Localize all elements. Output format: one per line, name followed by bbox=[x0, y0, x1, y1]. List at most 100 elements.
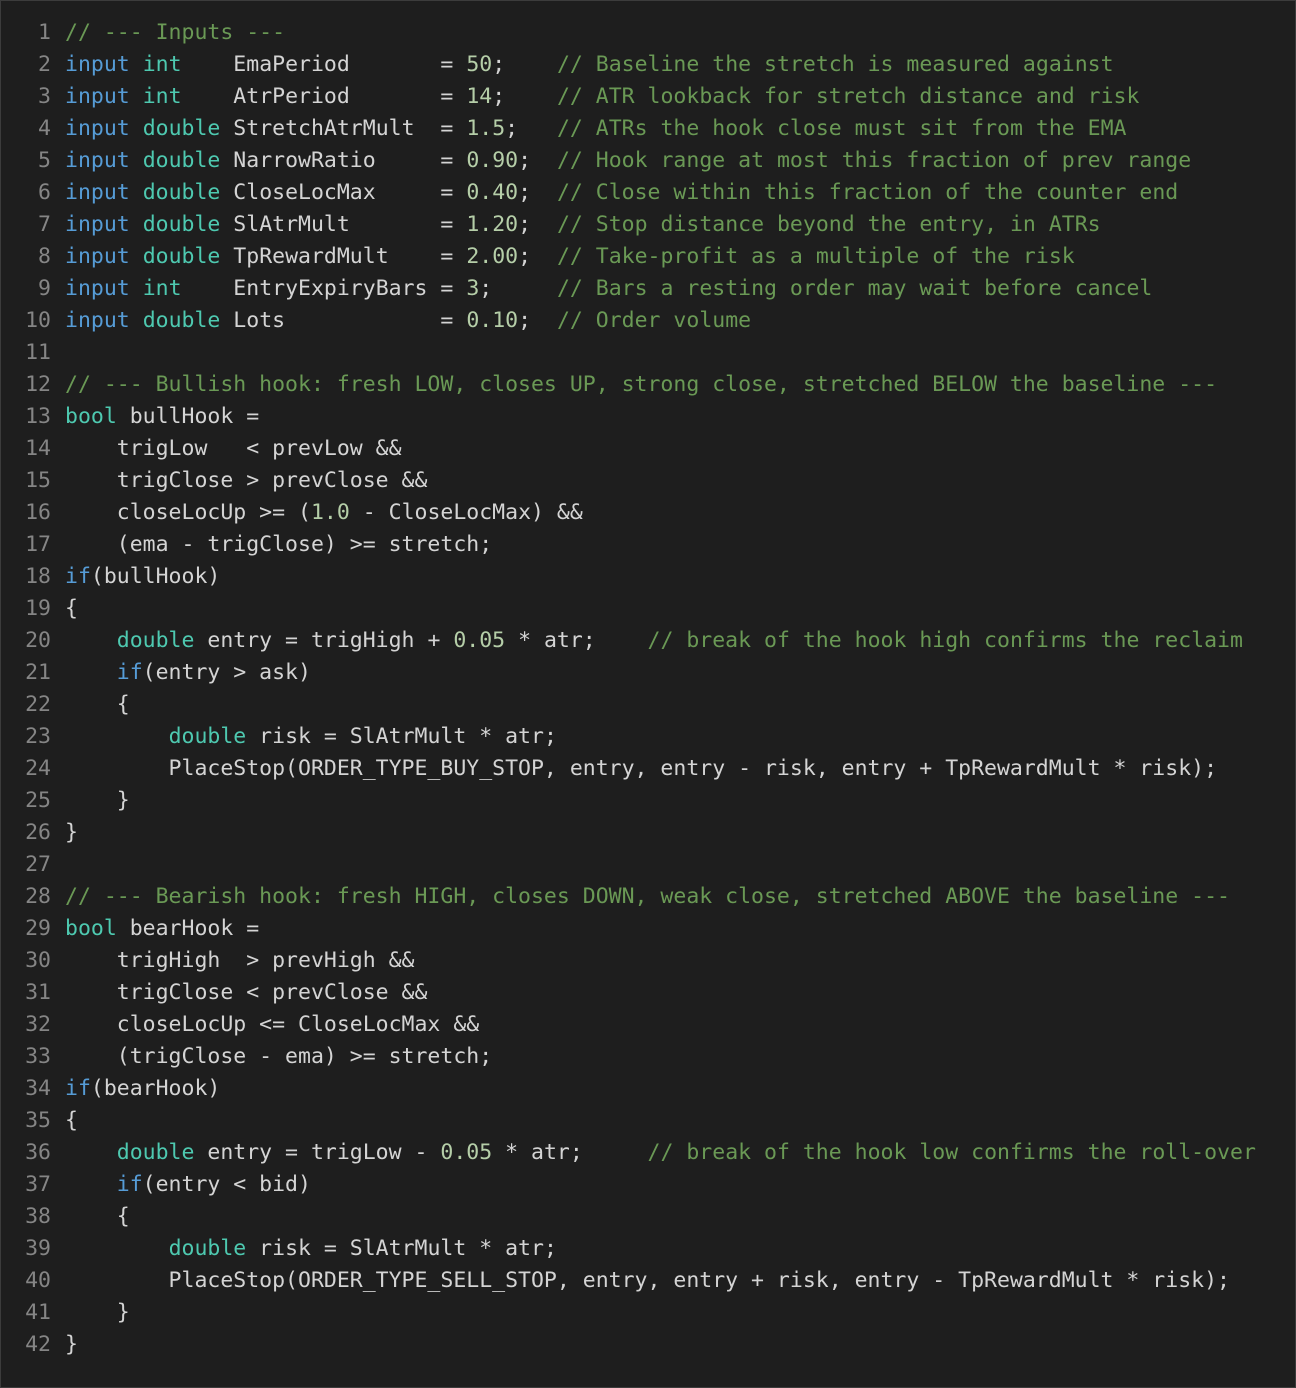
line-source[interactable]: input double CloseLocMax = 0.40; // Clos… bbox=[65, 180, 1178, 205]
line-source[interactable]: double entry = trigLow - 0.05 * atr; // … bbox=[65, 1140, 1256, 1165]
line-source[interactable]: closeLocUp <= CloseLocMax && bbox=[65, 1012, 479, 1037]
line-source[interactable]: PlaceStop(ORDER_TYPE_SELL_STOP, entry, e… bbox=[65, 1268, 1230, 1293]
code-line[interactable]: 21 if(entry > ask) bbox=[1, 657, 1295, 689]
code-line[interactable]: 16 closeLocUp >= (1.0 - CloseLocMax) && bbox=[1, 497, 1295, 529]
code-line[interactable]: 6 input double CloseLocMax = 0.40; // Clo… bbox=[1, 177, 1295, 209]
code-line[interactable]: 25 } bbox=[1, 785, 1295, 817]
line-source[interactable]: input double NarrowRatio = 0.90; // Hook… bbox=[65, 148, 1191, 173]
line-source[interactable]: // --- Bullish hook: fresh LOW, closes U… bbox=[65, 372, 1217, 397]
line-source[interactable]: double risk = SlAtrMult * atr; bbox=[65, 1236, 557, 1261]
keyword-token: input bbox=[65, 52, 130, 77]
code-token: entry = trigHigh + bbox=[194, 628, 454, 653]
line-source[interactable]: trigClose > prevClose && bbox=[65, 468, 428, 493]
code-line[interactable]: 40 PlaceStop(ORDER_TYPE_SELL_STOP, entry… bbox=[1, 1265, 1295, 1297]
line-source[interactable]: if(entry < bid) bbox=[65, 1172, 311, 1197]
line-source[interactable]: } bbox=[65, 1300, 130, 1325]
line-source[interactable]: PlaceStop(ORDER_TYPE_BUY_STOP, entry, en… bbox=[65, 756, 1217, 781]
code-line[interactable]: 18 if(bullHook) bbox=[1, 561, 1295, 593]
line-source[interactable]: if(bearHook) bbox=[65, 1076, 220, 1101]
code-line[interactable]: 26} bbox=[1, 817, 1295, 849]
line-source[interactable]: } bbox=[65, 820, 78, 845]
code-token: SlAtrMult = bbox=[220, 212, 467, 237]
code-line[interactable]: 28 // --- Bearish hook: fresh HIGH, close… bbox=[1, 881, 1295, 913]
line-number: 1 bbox=[38, 20, 51, 45]
code-line[interactable]: 3 input int AtrPeriod = 14; // ATR lookba… bbox=[1, 81, 1295, 113]
line-source[interactable]: input int AtrPeriod = 14; // ATR lookbac… bbox=[65, 84, 1139, 109]
code-area[interactable]: 1 // --- Inputs --- 2 input int EmaPeriod =… bbox=[1, 17, 1295, 1361]
line-source[interactable]: input int EmaPeriod = 50; // Baseline th… bbox=[65, 52, 1114, 77]
line-source[interactable]: { bbox=[65, 692, 130, 717]
line-source[interactable]: trigHigh > prevHigh && bbox=[65, 948, 415, 973]
code-token: risk = SlAtrMult * atr; bbox=[246, 1236, 557, 1261]
comment-token: // --- Inputs --- bbox=[65, 20, 286, 45]
line-source[interactable]: input double TpRewardMult = 2.00; // Tak… bbox=[65, 244, 1075, 269]
code-line[interactable]: 15 trigClose > prevClose && bbox=[1, 465, 1295, 497]
line-source[interactable]: (ema - trigClose) >= stretch; bbox=[65, 532, 492, 557]
code-editor[interactable]: 1 // --- Inputs --- 2 input int EmaPeriod =… bbox=[0, 0, 1296, 1388]
code-line[interactable]: 5 input double NarrowRatio = 0.90; // Hoo… bbox=[1, 145, 1295, 177]
line-source[interactable]: if(entry > ask) bbox=[65, 660, 311, 685]
code-line[interactable]: 9 input int EntryExpiryBars = 3; // Bars … bbox=[1, 273, 1295, 305]
line-number: 8 bbox=[38, 244, 51, 269]
line-source[interactable]: input double StretchAtrMult = 1.5; // AT… bbox=[65, 116, 1126, 141]
code-line[interactable]: 39 double risk = SlAtrMult * atr; bbox=[1, 1233, 1295, 1265]
line-source[interactable]: trigLow < prevLow && bbox=[65, 436, 402, 461]
code-line[interactable]: 30 trigHigh > prevHigh && bbox=[1, 945, 1295, 977]
line-source[interactable]: bool bearHook = bbox=[65, 916, 259, 941]
line-source[interactable]: double entry = trigHigh + 0.05 * atr; //… bbox=[65, 628, 1243, 653]
code-token: (entry < bid) bbox=[142, 1172, 311, 1197]
line-source[interactable]: bool bullHook = bbox=[65, 404, 259, 429]
line-source[interactable]: double risk = SlAtrMult * atr; bbox=[65, 724, 557, 749]
line-source[interactable]: } bbox=[65, 788, 130, 813]
code-line[interactable]: 12 // --- Bullish hook: fresh LOW, closes… bbox=[1, 369, 1295, 401]
code-line[interactable]: 27 bbox=[1, 849, 1295, 881]
code-line[interactable]: 24 PlaceStop(ORDER_TYPE_BUY_STOP, entry,… bbox=[1, 753, 1295, 785]
code-line[interactable]: 13 bool bullHook = bbox=[1, 401, 1295, 433]
comment-token: // Hook range at most this fraction of p… bbox=[556, 148, 1192, 173]
code-line[interactable]: 36 double entry = trigLow - 0.05 * atr; … bbox=[1, 1137, 1295, 1169]
line-number: 7 bbox=[38, 212, 51, 237]
line-source[interactable]: { bbox=[65, 596, 78, 621]
code-line[interactable]: 2 input int EmaPeriod = 50; // Baseline t… bbox=[1, 49, 1295, 81]
code-line[interactable]: 10 input double Lots = 0.10; // Order vol… bbox=[1, 305, 1295, 337]
code-line[interactable]: 37 if(entry < bid) bbox=[1, 1169, 1295, 1201]
line-source[interactable]: // --- Inputs --- bbox=[65, 20, 285, 45]
line-source[interactable]: (trigClose - ema) >= stretch; bbox=[65, 1044, 492, 1069]
keyword-token: input bbox=[65, 212, 130, 237]
code-line[interactable]: 42} bbox=[1, 1329, 1295, 1361]
line-source[interactable]: // --- Bearish hook: fresh HIGH, closes … bbox=[65, 884, 1230, 909]
code-line[interactable]: 23 double risk = SlAtrMult * atr; bbox=[1, 721, 1295, 753]
code-line[interactable]: 38 { bbox=[1, 1201, 1295, 1233]
code-line[interactable]: 34 if(bearHook) bbox=[1, 1073, 1295, 1105]
code-line[interactable]: 7 input double SlAtrMult = 1.20; // Stop … bbox=[1, 209, 1295, 241]
type-token: double bbox=[142, 212, 221, 237]
code-line[interactable]: 22 { bbox=[1, 689, 1295, 721]
code-line[interactable]: 14 trigLow < prevLow && bbox=[1, 433, 1295, 465]
code-line[interactable]: 20 double entry = trigHigh + 0.05 * atr;… bbox=[1, 625, 1295, 657]
code-line[interactable]: 1 // --- Inputs --- bbox=[1, 17, 1295, 49]
keyword-token: input bbox=[65, 180, 130, 205]
code-line[interactable]: 35 { bbox=[1, 1105, 1295, 1137]
code-line[interactable]: 17 (ema - trigClose) >= stretch; bbox=[1, 529, 1295, 561]
line-source[interactable]: closeLocUp >= (1.0 - CloseLocMax) && bbox=[65, 500, 583, 525]
code-line[interactable]: 32 closeLocUp <= CloseLocMax && bbox=[1, 1009, 1295, 1041]
line-number: 3 bbox=[38, 84, 51, 109]
line-number: 17 bbox=[25, 532, 51, 557]
line-source[interactable]: if(bullHook) bbox=[65, 564, 220, 589]
code-line[interactable]: 19 { bbox=[1, 593, 1295, 625]
code-line[interactable]: 8 input double TpRewardMult = 2.00; // Ta… bbox=[1, 241, 1295, 273]
line-source[interactable]: input double SlAtrMult = 1.20; // Stop d… bbox=[65, 212, 1101, 237]
line-number: 34 bbox=[25, 1076, 51, 1101]
line-source[interactable]: trigClose < prevClose && bbox=[65, 980, 428, 1005]
line-source[interactable]: { bbox=[65, 1108, 78, 1133]
line-source[interactable]: input int EntryExpiryBars = 3; // Bars a… bbox=[65, 276, 1152, 301]
code-line[interactable]: 41 } bbox=[1, 1297, 1295, 1329]
line-source[interactable]: { bbox=[65, 1204, 130, 1229]
code-line[interactable]: 33 (trigClose - ema) >= stretch; bbox=[1, 1041, 1295, 1073]
code-line[interactable]: 4 input double StretchAtrMult = 1.5; // A… bbox=[1, 113, 1295, 145]
code-line[interactable]: 31 trigClose < prevClose && bbox=[1, 977, 1295, 1009]
line-source[interactable]: } bbox=[65, 1332, 78, 1357]
code-line[interactable]: 29 bool bearHook = bbox=[1, 913, 1295, 945]
line-source[interactable]: input double Lots = 0.10; // Order volum… bbox=[65, 308, 751, 333]
code-line[interactable]: 11 bbox=[1, 337, 1295, 369]
